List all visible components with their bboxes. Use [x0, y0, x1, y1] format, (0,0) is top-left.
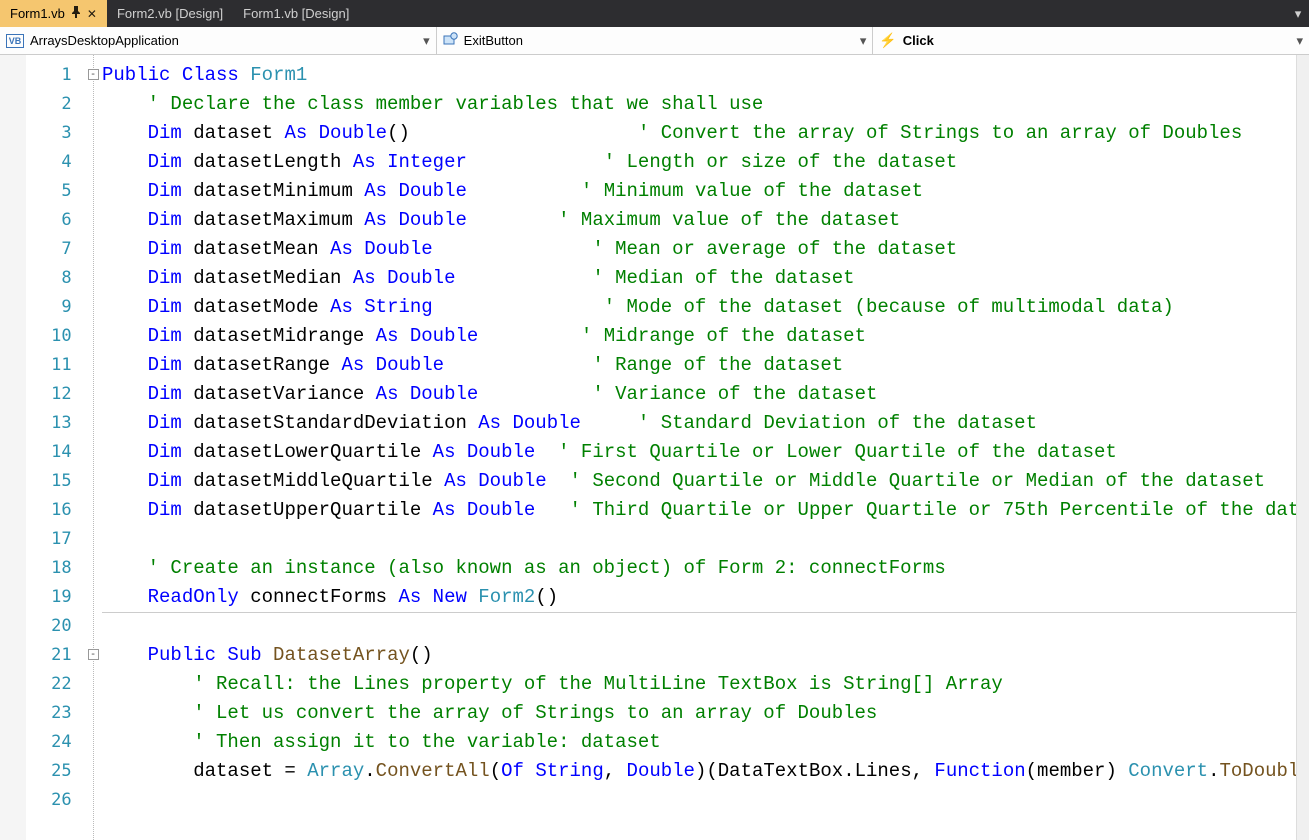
- line-number: 2: [26, 90, 86, 119]
- code-line[interactable]: Dim datasetMode As String ' Mode of the …: [102, 293, 1296, 322]
- code-line[interactable]: ' Let us convert the array of Strings to…: [102, 699, 1296, 728]
- line-number: 8: [26, 264, 86, 293]
- code-line[interactable]: Dim datasetMiddleQuartile As Double ' Se…: [102, 467, 1296, 496]
- code-line[interactable]: Dim datasetLowerQuartile As Double ' Fir…: [102, 438, 1296, 467]
- code-line[interactable]: Dim datasetRange As Double ' Range of th…: [102, 351, 1296, 380]
- scope-label: ArraysDesktopApplication: [30, 33, 179, 48]
- vb-project-icon: VB: [6, 34, 24, 48]
- lightning-icon: ⚡: [879, 32, 896, 49]
- code-line[interactable]: Dim dataset As Double() ' Convert the ar…: [102, 119, 1296, 148]
- code-line[interactable]: Dim datasetMinimum As Double ' Minimum v…: [102, 177, 1296, 206]
- line-number: 13: [26, 409, 86, 438]
- code-line[interactable]: dataset = Array.ConvertAll(Of String, Do…: [102, 757, 1296, 786]
- code-line[interactable]: Dim datasetVariance As Double ' Variance…: [102, 380, 1296, 409]
- overview-ruler[interactable]: [1296, 55, 1309, 840]
- code-line[interactable]: [102, 525, 1296, 554]
- line-number: 14: [26, 438, 86, 467]
- line-number: 22: [26, 670, 86, 699]
- code-line[interactable]: ' Then assign it to the variable: datase…: [102, 728, 1296, 757]
- line-number: 17: [26, 525, 86, 554]
- code-line[interactable]: ' Declare the class member variables tha…: [102, 90, 1296, 119]
- line-number: 23: [26, 699, 86, 728]
- tab-form1-design[interactable]: Form1.vb [Design]: [233, 0, 359, 27]
- line-number: 5: [26, 177, 86, 206]
- line-number: 9: [26, 293, 86, 322]
- line-number: 1: [26, 61, 86, 90]
- line-number: 6: [26, 206, 86, 235]
- line-number: 16: [26, 496, 86, 525]
- line-number: 21: [26, 641, 86, 670]
- code-navigation-bar: VB ArraysDesktopApplication ▾ ExitButton…: [0, 27, 1309, 55]
- line-number: 25: [26, 757, 86, 786]
- line-number: 18: [26, 554, 86, 583]
- close-icon[interactable]: ✕: [87, 7, 97, 21]
- line-number: 3: [26, 119, 86, 148]
- outline-guideline: [93, 55, 94, 840]
- code-line[interactable]: Dim datasetLength As Integer ' Length or…: [102, 148, 1296, 177]
- line-number: 26: [26, 786, 86, 815]
- code-line[interactable]: Dim datasetMedian As Double ' Median of …: [102, 264, 1296, 293]
- pin-icon[interactable]: [71, 6, 81, 21]
- region-separator: [102, 612, 1296, 613]
- tab-label: Form1.vb [Design]: [243, 6, 349, 21]
- line-number: 20: [26, 612, 86, 641]
- code-line[interactable]: Dim datasetMidrange As Double ' Midrange…: [102, 322, 1296, 351]
- outlining-margin: --: [86, 55, 102, 840]
- line-number: 7: [26, 235, 86, 264]
- line-number: 15: [26, 467, 86, 496]
- event-label: Click: [903, 33, 934, 48]
- line-number: 4: [26, 148, 86, 177]
- indicator-margin: [0, 55, 26, 840]
- member-dropdown[interactable]: ExitButton ▾: [437, 27, 874, 54]
- chevron-down-icon: ▾: [417, 33, 430, 49]
- code-line[interactable]: Public Class Form1: [102, 61, 1296, 90]
- line-number: 19: [26, 583, 86, 612]
- fold-toggle[interactable]: -: [88, 649, 99, 660]
- code-line[interactable]: [102, 612, 1296, 641]
- code-line[interactable]: ' Create an instance (also known as an o…: [102, 554, 1296, 583]
- line-number-gutter: 1234567891011121314151617181920212223242…: [26, 55, 86, 840]
- line-number: 12: [26, 380, 86, 409]
- line-number: 24: [26, 728, 86, 757]
- tab-label: Form2.vb [Design]: [117, 6, 223, 21]
- code-line[interactable]: ReadOnly connectForms As New Form2(): [102, 583, 1296, 612]
- event-dropdown[interactable]: ⚡ Click ▾: [873, 27, 1309, 54]
- line-number: 10: [26, 322, 86, 351]
- object-icon: [443, 32, 458, 50]
- code-line[interactable]: Public Sub DatasetArray(): [102, 641, 1296, 670]
- code-line[interactable]: ' Recall: the Lines property of the Mult…: [102, 670, 1296, 699]
- code-area[interactable]: Public Class Form1 ' Declare the class m…: [102, 55, 1296, 840]
- active-files-dropdown[interactable]: ▾: [1287, 0, 1309, 27]
- code-line[interactable]: [102, 786, 1296, 815]
- member-label: ExitButton: [464, 33, 523, 48]
- chevron-down-icon: ▾: [1290, 33, 1303, 49]
- chevron-down-icon: ▾: [854, 33, 867, 49]
- code-editor[interactable]: 1234567891011121314151617181920212223242…: [0, 55, 1309, 840]
- code-line[interactable]: Dim datasetStandardDeviation As Double '…: [102, 409, 1296, 438]
- line-number: 11: [26, 351, 86, 380]
- code-line[interactable]: Dim datasetMaximum As Double ' Maximum v…: [102, 206, 1296, 235]
- scope-dropdown[interactable]: VB ArraysDesktopApplication ▾: [0, 27, 437, 54]
- tab-form1-vb[interactable]: Form1.vb ✕: [0, 0, 107, 27]
- tabstrip-spacer: [359, 0, 1287, 27]
- tab-label: Form1.vb: [10, 6, 65, 21]
- document-tabstrip: Form1.vb ✕ Form2.vb [Design] Form1.vb [D…: [0, 0, 1309, 27]
- tab-form2-design[interactable]: Form2.vb [Design]: [107, 0, 233, 27]
- code-line[interactable]: Dim datasetUpperQuartile As Double ' Thi…: [102, 496, 1296, 525]
- fold-toggle[interactable]: -: [88, 69, 99, 80]
- code-line[interactable]: Dim datasetMean As Double ' Mean or aver…: [102, 235, 1296, 264]
